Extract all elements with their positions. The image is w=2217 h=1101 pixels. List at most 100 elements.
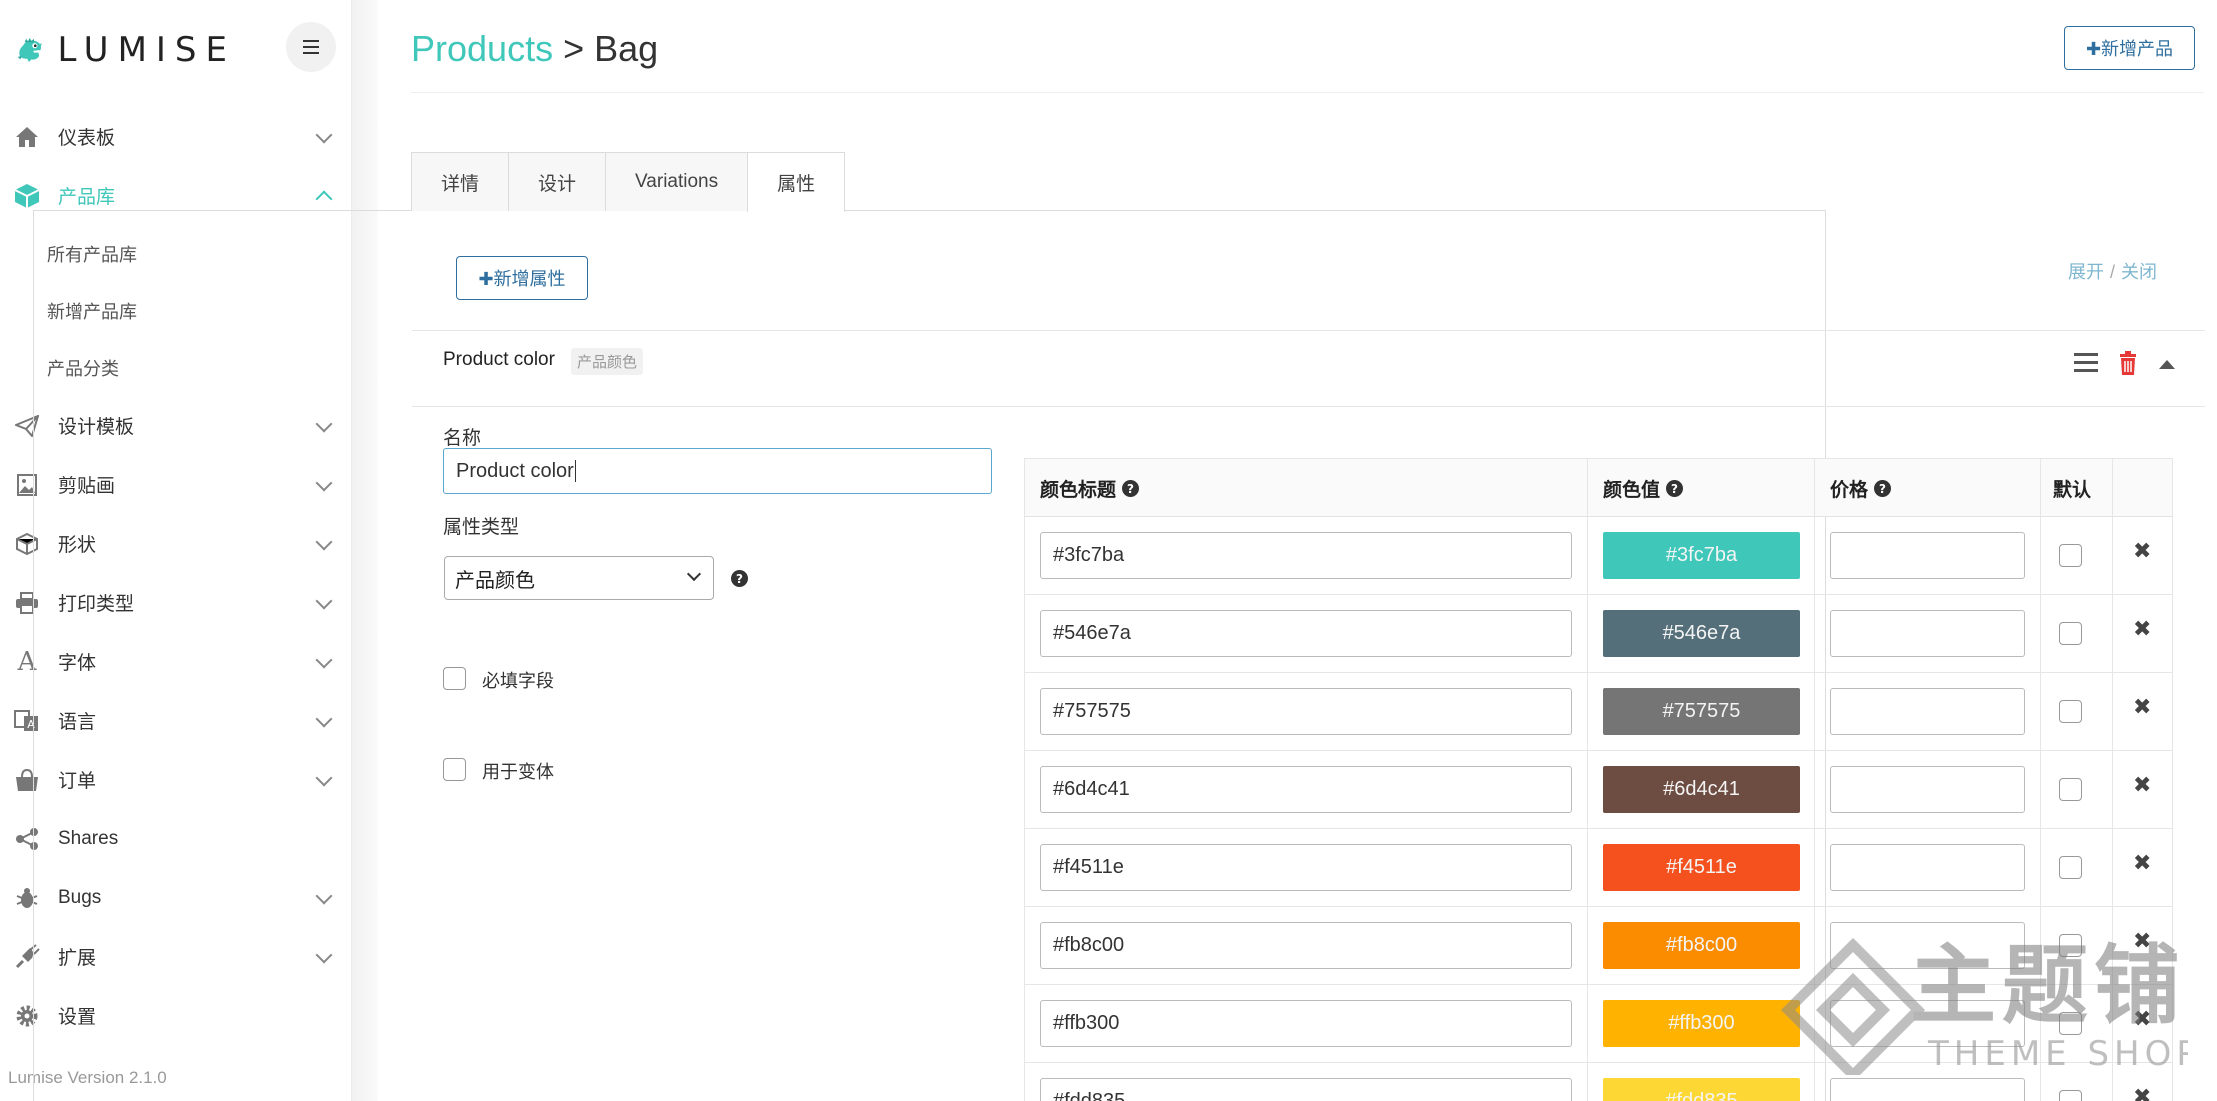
- color-value-text: #fb8c00: [1665, 934, 1738, 956]
- attribute-name-value: Product color: [456, 459, 574, 482]
- attribute-name-input[interactable]: Product color: [443, 448, 992, 494]
- collapse-all-link[interactable]: 关闭: [2121, 262, 2157, 282]
- color-value-text: #3fc7ba: [1665, 544, 1738, 566]
- color-value-swatch[interactable]: #757575: [1603, 688, 1800, 735]
- color-title-input[interactable]: #757575: [1040, 688, 1572, 735]
- col-divider: [1587, 985, 1588, 1063]
- help-icon[interactable]: ?: [731, 570, 748, 587]
- menu-toggle-button[interactable]: [286, 22, 336, 72]
- default-checkbox[interactable]: [2059, 778, 2082, 801]
- cube-icon: [12, 181, 42, 211]
- color-value-text: #ffb300: [1668, 1012, 1735, 1034]
- remove-row-icon[interactable]: ✖: [2133, 851, 2151, 876]
- help-icon[interactable]: ?: [1666, 480, 1684, 497]
- required-checkbox[interactable]: [443, 667, 466, 690]
- price-input[interactable]: [1830, 688, 2025, 735]
- default-checkbox[interactable]: [2059, 622, 2082, 645]
- attribute-type-select[interactable]: 产品颜色: [444, 556, 714, 600]
- title-divider: [411, 92, 2204, 93]
- caret-up-icon[interactable]: [2159, 360, 2175, 369]
- remove-row-icon[interactable]: ✖: [2133, 617, 2151, 642]
- color-value-swatch[interactable]: #fdd835: [1603, 1078, 1800, 1101]
- col-divider: [2112, 517, 2113, 595]
- color-value-swatch[interactable]: #ffb300: [1603, 1000, 1800, 1047]
- help-icon[interactable]: ?: [1122, 480, 1140, 497]
- required-label: 必填字段: [482, 671, 554, 691]
- attribute-type-value: 产品颜色: [455, 569, 535, 592]
- color-title-input[interactable]: #fb8c00: [1040, 922, 1572, 969]
- drag-handle-icon[interactable]: [2074, 353, 2098, 375]
- price-input[interactable]: [1830, 1078, 2025, 1101]
- col-divider: [1587, 1063, 1588, 1101]
- default-checkbox[interactable]: [2059, 544, 2082, 567]
- default-checkbox[interactable]: [2059, 856, 2082, 879]
- remove-row-icon[interactable]: ✖: [2133, 695, 2151, 720]
- expand-all-link[interactable]: 展开: [2068, 262, 2104, 282]
- breadcrumb-products-link[interactable]: Products: [411, 28, 553, 69]
- price-input[interactable]: [1830, 1000, 2025, 1047]
- color-title-input[interactable]: #6d4c41: [1040, 766, 1572, 813]
- default-checkbox[interactable]: [2059, 1090, 2082, 1101]
- table-row: #6d4c41 #6d4c41 ✖: [1024, 751, 2173, 829]
- color-value-swatch[interactable]: #f4511e: [1603, 844, 1800, 891]
- col-divider: [1587, 829, 1588, 907]
- remove-row-icon[interactable]: ✖: [2133, 1007, 2151, 1032]
- attribute-header[interactable]: Product color 产品颜色: [412, 330, 2205, 407]
- color-title-value: #3fc7ba: [1053, 544, 1125, 566]
- color-title-input[interactable]: #546e7a: [1040, 610, 1572, 657]
- col-divider: [1814, 829, 1815, 907]
- col-divider: [1814, 459, 1815, 518]
- remove-row-icon[interactable]: ✖: [2133, 539, 2151, 564]
- expand-collapse-links: 展开 / 关闭: [2068, 258, 2157, 284]
- hamburger-icon: [303, 38, 319, 56]
- color-value-swatch[interactable]: #3fc7ba: [1603, 532, 1800, 579]
- add-attribute-button[interactable]: ✚新增属性: [456, 256, 588, 300]
- col-divider: [1814, 1063, 1815, 1101]
- tab-attributes[interactable]: 属性: [747, 152, 846, 212]
- col-price-label: 价格: [1830, 480, 1869, 501]
- col-divider: [2112, 829, 2113, 907]
- color-value-swatch[interactable]: #546e7a: [1603, 610, 1800, 657]
- tab-design[interactable]: 设计: [508, 152, 607, 211]
- type-label: 属性类型: [443, 517, 520, 538]
- table-row: #fb8c00 #fb8c00 ✖: [1024, 907, 2173, 985]
- default-checkbox[interactable]: [2059, 934, 2082, 957]
- use-for-variation-checkbox[interactable]: [443, 758, 466, 781]
- table-header: 颜色标题? 颜色值? 价格? 默认: [1024, 458, 2173, 518]
- color-title-input[interactable]: #3fc7ba: [1040, 532, 1572, 579]
- color-value-text: #757575: [1662, 700, 1741, 722]
- default-checkbox[interactable]: [2059, 700, 2082, 723]
- text-cursor: [574, 460, 576, 482]
- add-product-button[interactable]: ✚新增产品: [2064, 26, 2195, 70]
- remove-row-icon[interactable]: ✖: [2133, 773, 2151, 798]
- price-input[interactable]: [1830, 766, 2025, 813]
- sidebar-item-dashboard[interactable]: 仪表板: [0, 107, 352, 166]
- color-title-input[interactable]: #f4511e: [1040, 844, 1572, 891]
- tab-details[interactable]: 详情: [411, 152, 510, 211]
- logo[interactable]: LUMISE: [16, 16, 236, 84]
- default-checkbox[interactable]: [2059, 1012, 2082, 1035]
- price-input[interactable]: [1830, 844, 2025, 891]
- price-input[interactable]: [1830, 532, 2025, 579]
- col-divider: [2112, 907, 2113, 985]
- color-value-text: #546e7a: [1662, 622, 1741, 644]
- trash-icon[interactable]: [2119, 351, 2137, 375]
- color-value-swatch[interactable]: #fb8c00: [1603, 922, 1800, 969]
- remove-row-icon[interactable]: ✖: [2133, 929, 2151, 954]
- price-input[interactable]: [1830, 922, 2025, 969]
- color-title-input[interactable]: #fdd835: [1040, 1078, 1572, 1101]
- help-icon[interactable]: ?: [1874, 480, 1892, 497]
- color-title-input[interactable]: #ffb300: [1040, 1000, 1572, 1047]
- price-input[interactable]: [1830, 610, 2025, 657]
- col-divider: [1814, 985, 1815, 1063]
- col-divider: [1587, 751, 1588, 829]
- tab-variations[interactable]: Variations: [605, 152, 749, 211]
- color-value-swatch[interactable]: #6d4c41: [1603, 766, 1800, 813]
- col-title-label: 颜色标题: [1040, 480, 1117, 501]
- col-divider: [2040, 751, 2041, 829]
- remove-row-icon[interactable]: ✖: [2133, 1085, 2151, 1101]
- brand-name: LUMISE: [57, 30, 236, 70]
- col-divider: [2112, 459, 2113, 518]
- chevron-down-icon: [686, 566, 702, 582]
- sidebar-item-label: 仪表板: [58, 128, 116, 149]
